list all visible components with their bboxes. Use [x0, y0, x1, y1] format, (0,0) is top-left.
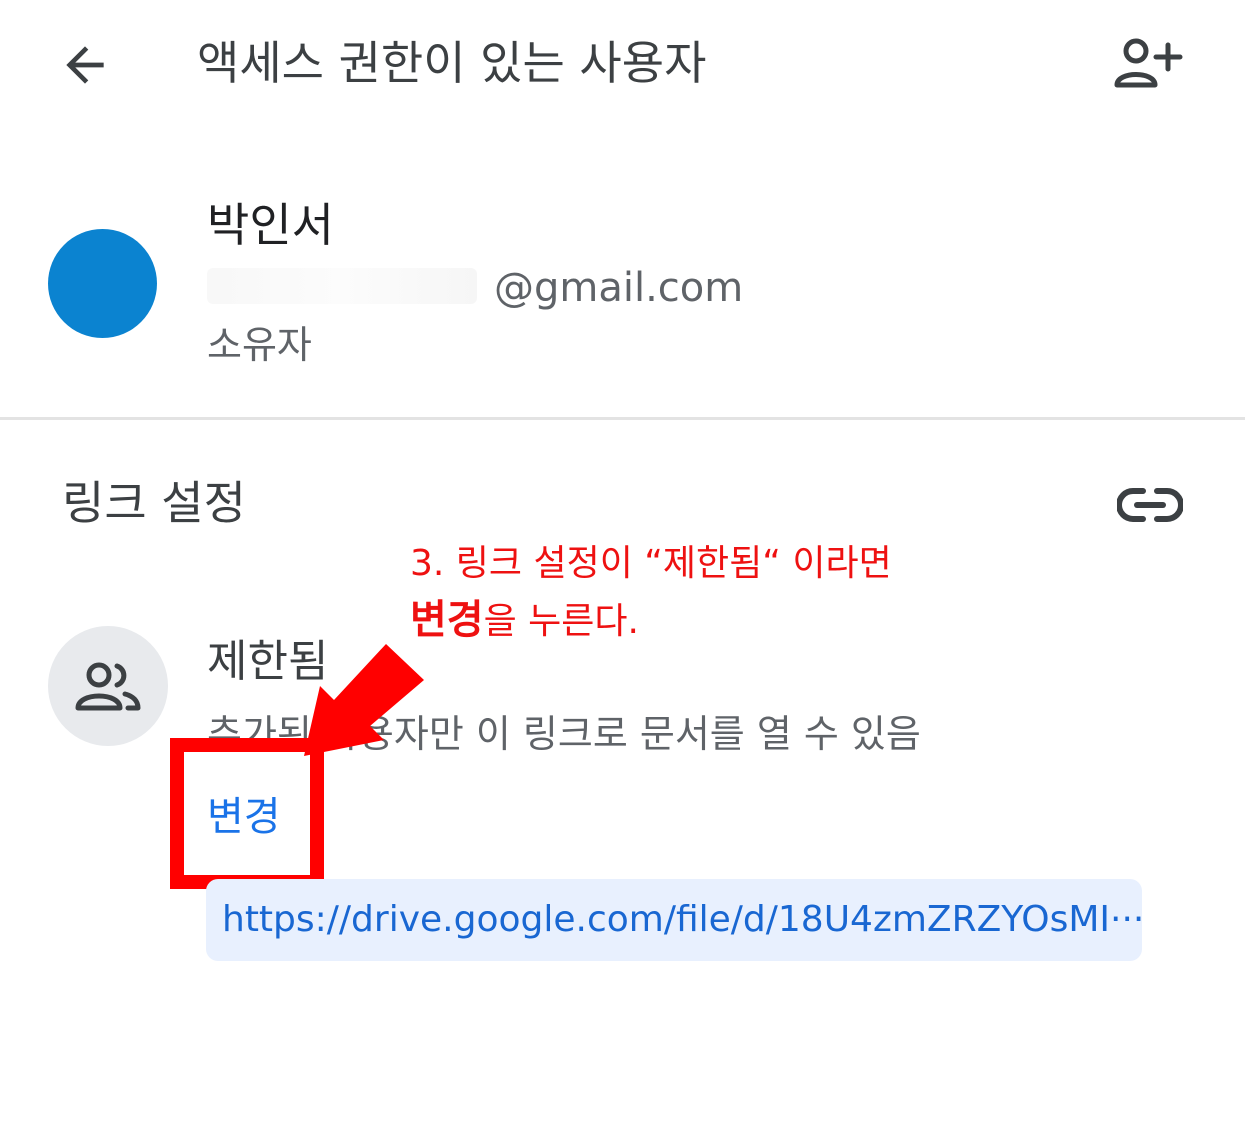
annotation-line-2: 변경을 누른다. — [410, 592, 892, 650]
access-level: 제한됨 — [207, 636, 329, 687]
change-access-button[interactable]: 변경 — [207, 785, 281, 849]
owner-name: 박인서 — [207, 198, 334, 252]
add-person-button[interactable] — [1105, 28, 1195, 98]
people-icon — [75, 662, 141, 711]
copy-link-button[interactable] — [1105, 470, 1195, 540]
section-divider — [0, 417, 1245, 420]
access-description: 추가된 사용자만 이 링크로 문서를 열 수 있음 — [207, 712, 921, 756]
link-settings-title: 링크 설정 — [62, 476, 246, 530]
instruction-annotation: 3. 링크 설정이 “제한됨“ 이라면 변경을 누른다. — [410, 536, 892, 650]
annotation-line-1: 3. 링크 설정이 “제한됨“ 이라면 — [410, 543, 892, 584]
redacted-email-area — [207, 268, 477, 304]
owner-email: @gmail.com — [494, 265, 744, 311]
owner-role: 소유자 — [207, 323, 312, 367]
arrow-left-icon — [66, 46, 104, 84]
annotation-emphasis: 변경 — [410, 597, 484, 643]
link-icon — [1117, 488, 1183, 522]
share-link-text: https://drive.google.com/file/d/18U4zmZR… — [222, 899, 1142, 940]
page-title: 액세스 권한이 있는 사용자 — [197, 36, 707, 90]
access-avatar — [48, 626, 168, 746]
share-link-url[interactable]: https://drive.google.com/file/d/18U4zmZR… — [206, 879, 1142, 961]
back-button[interactable] — [50, 30, 120, 100]
owner-avatar — [48, 229, 157, 338]
person-add-icon — [1114, 38, 1183, 88]
annotation-line-2-rest: 을 누른다. — [483, 601, 639, 642]
